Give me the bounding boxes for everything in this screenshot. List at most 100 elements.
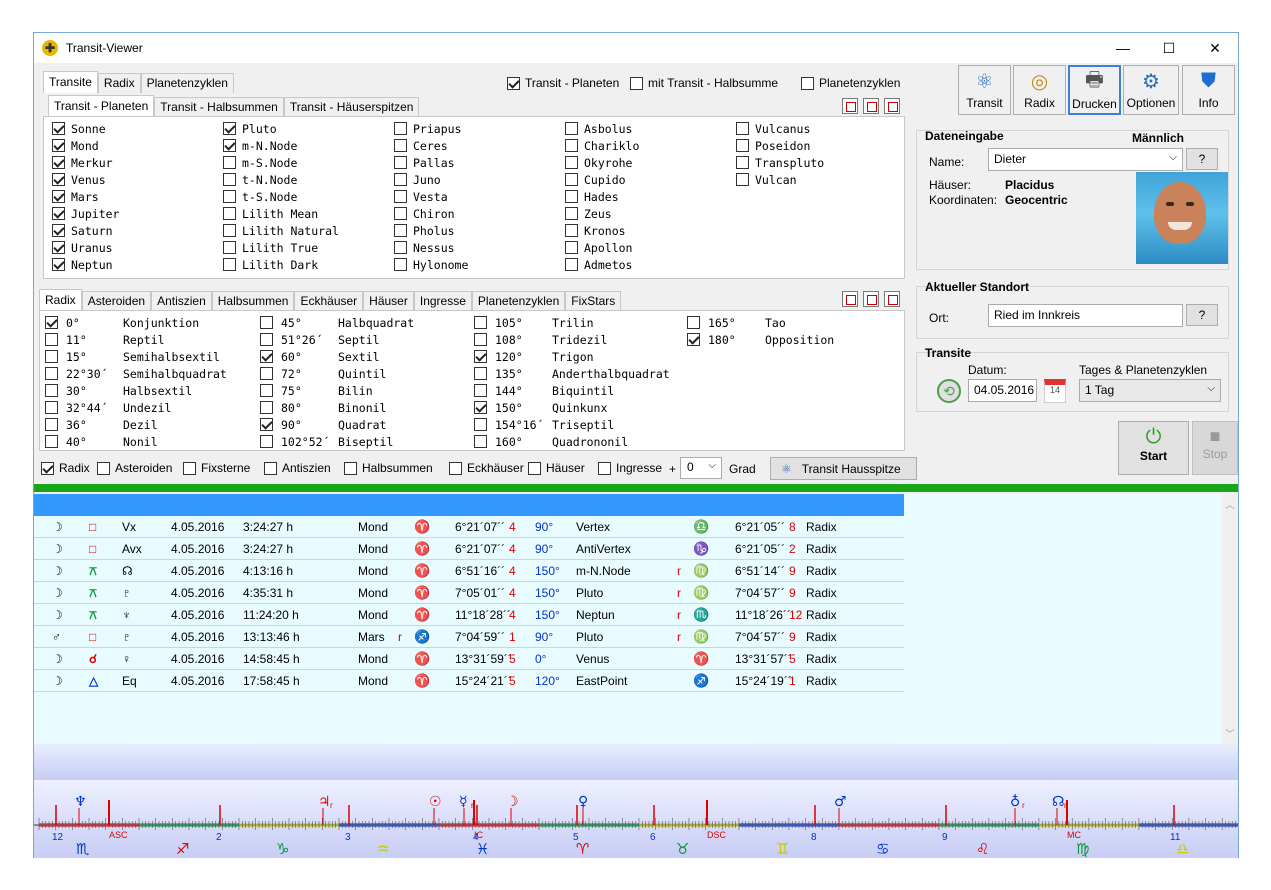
planet-check[interactable]: Lilith True (223, 239, 318, 256)
planet-check[interactable]: Pallas (394, 154, 455, 171)
planet-check[interactable]: Neptun (52, 256, 113, 273)
tab-aspect[interactable]: FixStars (565, 291, 622, 311)
checkbox[interactable] (41, 461, 54, 475)
checkbox[interactable] (565, 258, 578, 271)
top-check-planetenzyklen[interactable]: Planetenzyklen (801, 76, 900, 90)
checkbox[interactable] (344, 461, 357, 475)
cycles-select[interactable]: 1 Tag ⌵ (1079, 379, 1221, 402)
checkbox[interactable] (565, 241, 578, 254)
name-select[interactable]: Dieter ⌵ (988, 148, 1183, 171)
tab-aspect[interactable]: Häuser (363, 291, 414, 311)
tab-aspect[interactable]: Eckhäuser (294, 291, 364, 311)
aspect-check[interactable]: 75° Bilin (260, 382, 373, 399)
checkbox[interactable] (394, 258, 407, 271)
checkbox[interactable] (474, 350, 487, 363)
checkbox[interactable] (394, 190, 407, 203)
calendar-icon[interactable]: 14 (1044, 379, 1066, 403)
tab-planetenzyklen[interactable]: Planetenzyklen (140, 73, 234, 93)
ort-input[interactable]: Ried im Innkreis (988, 304, 1183, 327)
chevron-up-icon[interactable]: ︿ (1222, 498, 1238, 511)
checkbox[interactable] (394, 122, 407, 135)
tab-aspect[interactable]: Ingresse (413, 291, 472, 311)
filter-check[interactable]: Asteroiden (97, 461, 172, 475)
aspect-check[interactable]: 120° Trigon (474, 348, 594, 365)
checkbox[interactable] (474, 401, 487, 414)
checkbox[interactable] (507, 76, 520, 90)
toolbar-info-button[interactable]: ⛊ Info (1182, 65, 1235, 115)
checkbox[interactable] (394, 156, 407, 169)
filter-check[interactable]: Fixsterne (183, 461, 250, 475)
checkbox[interactable] (394, 173, 407, 186)
aspect-check[interactable]: 102°52´ Biseptil (260, 433, 393, 450)
ort-help-button[interactable]: ? (1186, 304, 1218, 326)
toolbar-radix-button[interactable]: ◎ Radix (1013, 65, 1066, 115)
checkbox[interactable] (183, 461, 196, 475)
scrollbar[interactable]: ︿ ﹀ (1222, 494, 1238, 744)
planet-check[interactable]: Transpluto (736, 154, 824, 171)
table-row[interactable]: ☽ ⚻ ☊ 4.05.2016 4:13:16 h Mond ♈ 6°51´16´´ 4 150°… (34, 560, 904, 582)
checkbox[interactable] (260, 418, 273, 431)
checkbox[interactable] (474, 435, 487, 448)
aspect-check[interactable]: 11° Reptil (45, 331, 165, 348)
checkbox[interactable] (223, 139, 236, 152)
checkbox[interactable] (736, 139, 749, 152)
checkbox[interactable] (45, 435, 58, 448)
checkbox[interactable] (260, 316, 273, 329)
checkbox[interactable] (260, 333, 273, 346)
aspect-check[interactable]: 135° Anderthalbquadrat (474, 365, 670, 382)
checkbox[interactable] (565, 139, 578, 152)
planet-check[interactable]: Okyrohe (565, 154, 632, 171)
checkbox[interactable] (736, 173, 749, 186)
tab-transit-halbsummen[interactable]: Transit - Halbsummen (154, 97, 284, 117)
start-button[interactable]: ⏻ Start (1118, 421, 1189, 475)
checkbox[interactable] (736, 122, 749, 135)
checkbox[interactable] (687, 316, 700, 329)
toolbar-print-button[interactable]: 🖶 Drucken (1068, 65, 1121, 115)
planet-check[interactable]: Pluto (223, 120, 277, 137)
checkbox[interactable] (45, 333, 58, 346)
tab-aspect[interactable]: Radix (39, 289, 82, 311)
tab-aspect[interactable]: Antiszien (151, 291, 212, 311)
checkbox[interactable] (260, 350, 273, 363)
checkbox[interactable] (52, 139, 65, 152)
planet-check[interactable]: Lilith Mean (223, 205, 318, 222)
checkbox[interactable] (474, 384, 487, 397)
planet-check[interactable]: m-S.Node (223, 154, 297, 171)
checkbox[interactable] (565, 207, 578, 220)
checkbox[interactable] (223, 122, 236, 135)
copy-icon[interactable] (884, 98, 900, 114)
checkbox[interactable] (45, 367, 58, 380)
aspect-check[interactable]: 165° Tao (687, 314, 786, 331)
checkbox[interactable] (223, 190, 236, 203)
aspect-check[interactable]: 144° Biquintil (474, 382, 614, 399)
transit-hausspitze-button[interactable]: ⚛ Transit Hausspitze (770, 457, 917, 480)
checkbox[interactable] (565, 190, 578, 203)
table-row[interactable]: ☽ □ Vx 4.05.2016 3:24:27 h Mond ♈ 6°21´07´´ 4 90°… (34, 516, 904, 538)
planet-check[interactable]: Chiron (394, 205, 455, 222)
checkbox[interactable] (565, 122, 578, 135)
aspect-check[interactable]: 30° Halbsextil (45, 382, 192, 399)
checkbox[interactable] (264, 461, 277, 475)
checkbox[interactable] (223, 173, 236, 186)
checkbox[interactable] (45, 401, 58, 414)
toolbar-transit-button[interactable]: ⚛ Transit (958, 65, 1011, 115)
table-row[interactable]: ☽ △ Eq 4.05.2016 17:58:45 h Mond ♈ 15°24´21´´ 5 1… (34, 670, 904, 692)
checkbox[interactable] (565, 224, 578, 237)
checkbox[interactable] (474, 316, 487, 329)
check-all-icon[interactable] (842, 98, 858, 114)
aspect-check[interactable]: 32°44´ Undezil (45, 399, 171, 416)
checkbox[interactable] (687, 333, 700, 346)
planet-check[interactable]: Lilith Dark (223, 256, 318, 273)
planet-check[interactable]: Vulcan (736, 171, 797, 188)
checkbox[interactable] (52, 122, 65, 135)
planet-check[interactable]: Sonne (52, 120, 106, 137)
planet-check[interactable]: Cupido (565, 171, 626, 188)
checkbox[interactable] (223, 241, 236, 254)
table-row[interactable]: ☽ ⚻ ♇ 4.05.2016 4:35:31 h Mond ♈ 7°05´01´´ 4 150°… (34, 582, 904, 604)
planet-check[interactable]: Hades (565, 188, 619, 205)
checkbox[interactable] (474, 367, 487, 380)
table-row[interactable]: ☽ ⚻ ♆ 4.05.2016 11:24:20 h Mond ♈ 11°18´28´´ 4 15… (34, 604, 904, 626)
planet-check[interactable]: Merkur (52, 154, 113, 171)
aspect-check[interactable]: 90° Quadrat (260, 416, 386, 433)
planet-check[interactable]: Venus (52, 171, 106, 188)
